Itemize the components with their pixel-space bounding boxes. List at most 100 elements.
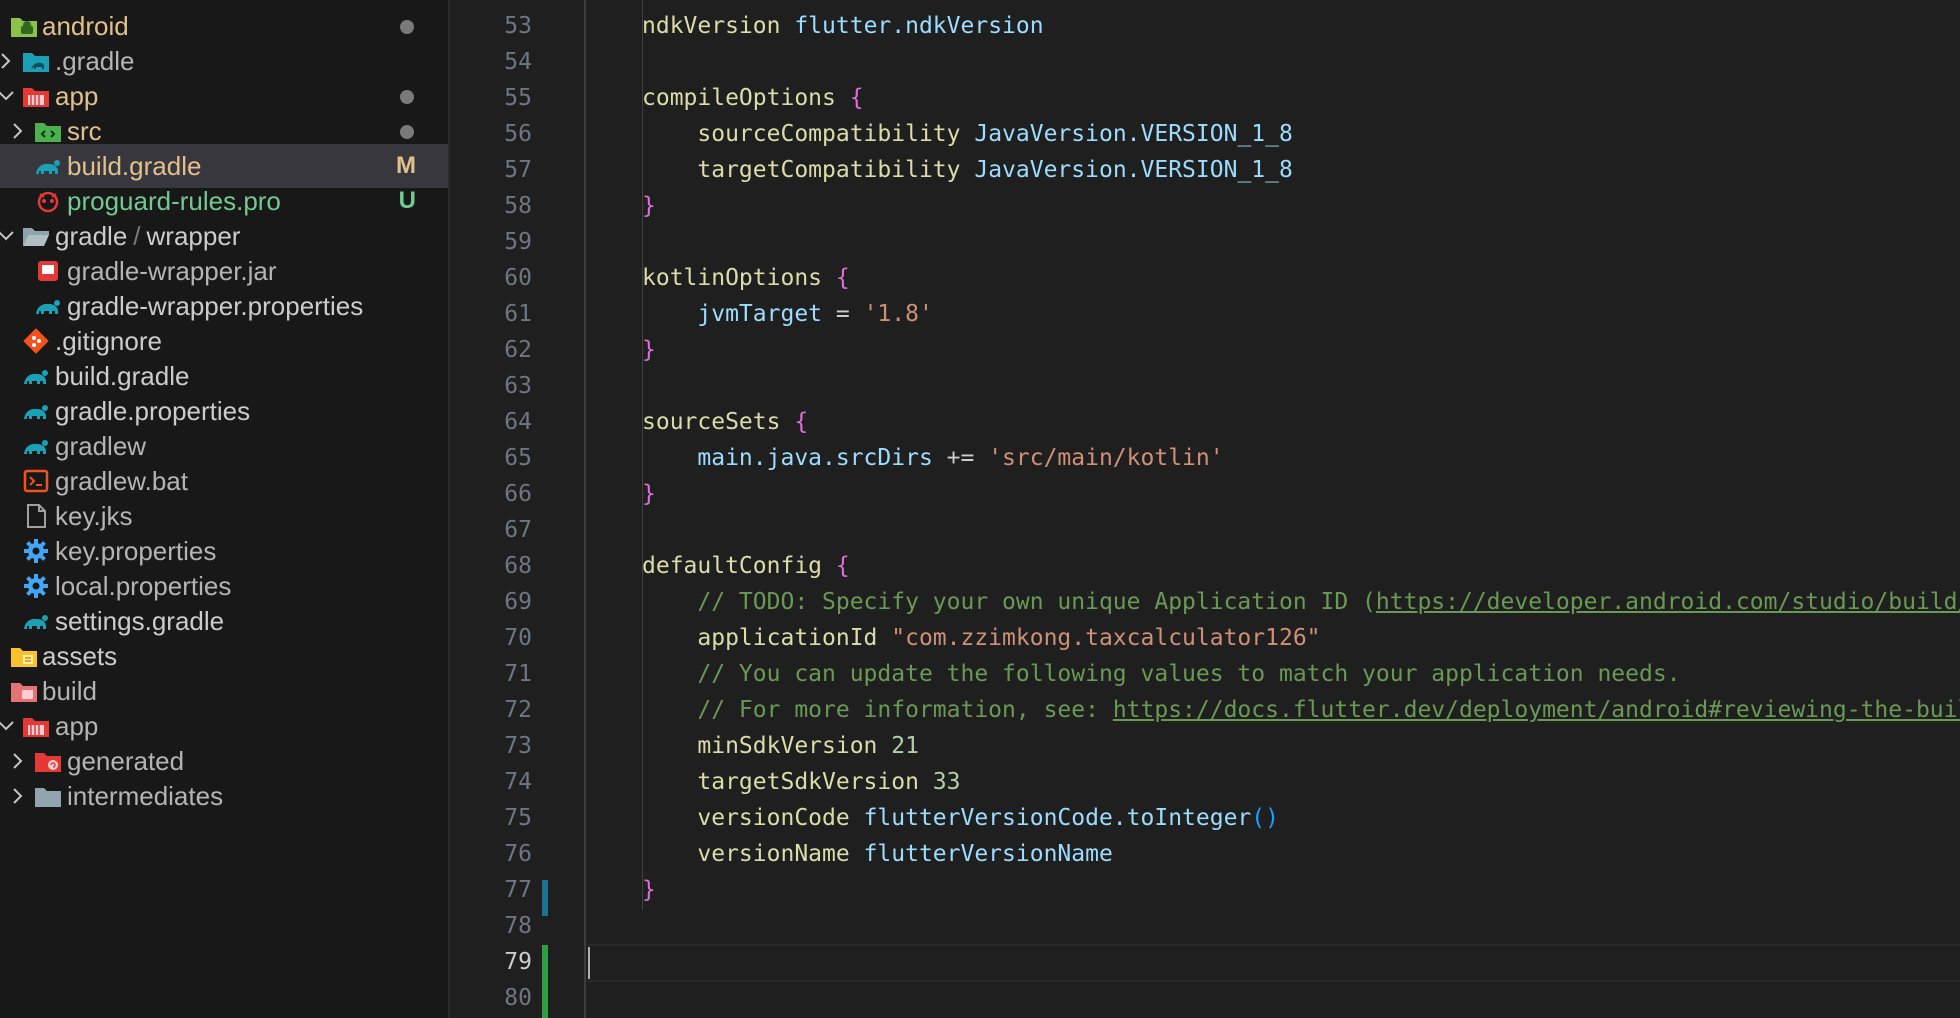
code-token: applicationId bbox=[642, 625, 892, 651]
code-line[interactable]: } bbox=[642, 332, 656, 368]
code-line[interactable]: // TODO: Specify your own unique Applica… bbox=[642, 584, 1960, 620]
line-number: 61 bbox=[504, 301, 532, 327]
code-token: { bbox=[849, 85, 864, 111]
android-folder-icon bbox=[8, 12, 40, 40]
code-token: } bbox=[642, 337, 656, 363]
gradle-elephant-icon bbox=[20, 607, 52, 635]
line-number: 54 bbox=[504, 49, 532, 75]
code-line[interactable]: defaultConfig { bbox=[642, 548, 850, 584]
chevron-right-icon[interactable] bbox=[0, 51, 16, 71]
tree-item-label: key.properties bbox=[55, 536, 217, 566]
code-token: main.java.srcDirs bbox=[642, 445, 933, 471]
modified-line-indicator[interactable] bbox=[542, 880, 548, 916]
line-number: 78 bbox=[504, 913, 532, 939]
code-line[interactable]: jvmTarget = '1.8' bbox=[642, 296, 933, 332]
chevron-right-icon[interactable] bbox=[8, 786, 28, 806]
line-number: 80 bbox=[504, 985, 532, 1011]
build-folder-icon bbox=[8, 677, 40, 705]
line-number: 57 bbox=[504, 157, 532, 183]
code-line[interactable]: targetCompatibility JavaVersion.VERSION_… bbox=[642, 152, 1292, 188]
code-line[interactable]: kotlinOptions { bbox=[642, 260, 850, 296]
tree-item-label: build.gradle bbox=[55, 361, 190, 391]
app-folder-icon bbox=[20, 82, 52, 110]
code-token: } bbox=[642, 193, 656, 219]
path-separator: / bbox=[133, 221, 141, 251]
tree-item-label: proguard-rules.pro bbox=[67, 186, 281, 216]
code-token: jvmTarget bbox=[642, 301, 823, 327]
code-line[interactable]: } bbox=[642, 476, 656, 512]
chevron-down-icon[interactable] bbox=[0, 226, 16, 246]
code-line[interactable]: } bbox=[642, 872, 656, 908]
code-token: { bbox=[794, 409, 809, 435]
gear-icon bbox=[20, 537, 52, 565]
code-token: } bbox=[642, 481, 656, 507]
tree-item-compact-path: gradle / wrapper bbox=[55, 222, 240, 250]
line-number: 58 bbox=[504, 193, 532, 219]
code-token: flutterVersionName bbox=[863, 841, 1113, 867]
tree-item-label: generated bbox=[67, 746, 185, 776]
chevron-down-icon[interactable] bbox=[0, 86, 16, 106]
proguard-icon bbox=[32, 187, 64, 215]
code-token: JavaVersion.VERSION_1_8 bbox=[974, 121, 1293, 147]
tree-item-label: gradlew.bat bbox=[55, 466, 188, 496]
line-number: 66 bbox=[504, 481, 532, 507]
line-number: 60 bbox=[504, 265, 532, 291]
code-line[interactable]: versionCode flutterVersionCode.toInteger… bbox=[642, 800, 1279, 836]
gradle-elephant-icon bbox=[32, 292, 64, 320]
code-line[interactable]: ndkVersion flutter.ndkVersion bbox=[642, 8, 1044, 44]
tree-item-label: .gradle bbox=[55, 46, 135, 76]
code-line[interactable]: versionName flutterVersionName bbox=[642, 836, 1113, 872]
code-line[interactable]: } bbox=[642, 188, 656, 224]
code-line[interactable]: main.java.srcDirs += 'src/main/kotlin' bbox=[642, 440, 1223, 476]
assets-folder-icon bbox=[8, 642, 40, 670]
code-line[interactable]: sourceCompatibility JavaVersion.VERSION_… bbox=[642, 116, 1293, 152]
code-link[interactable]: https://docs.flutter.dev/deployment/andr… bbox=[1113, 697, 1960, 723]
code-token: '1.8' bbox=[863, 301, 933, 327]
modified-dot-indicator bbox=[400, 20, 414, 34]
src-folder-icon bbox=[32, 117, 64, 145]
tree-item-label: app bbox=[55, 81, 99, 111]
code-token: targetCompatibility bbox=[642, 157, 975, 183]
code-token: sourceCompatibility bbox=[642, 121, 975, 147]
modified-dot-indicator bbox=[400, 125, 414, 139]
tree-item-intermediates-folder[interactable]: intermediates bbox=[0, 774, 448, 818]
tree-item-label: build bbox=[42, 676, 97, 706]
line-number: 75 bbox=[504, 805, 532, 831]
code-line[interactable]: // For more information, see: https://do… bbox=[642, 692, 1960, 728]
chevron-right-icon[interactable] bbox=[8, 751, 28, 771]
line-number: 63 bbox=[504, 373, 532, 399]
code-token: } bbox=[642, 877, 656, 903]
file-icon bbox=[20, 502, 52, 530]
tree-item-label: assets bbox=[42, 641, 118, 671]
code-line[interactable]: sourceSets { bbox=[642, 404, 808, 440]
tree-item-label: src bbox=[67, 116, 102, 146]
code-token: 21 bbox=[891, 733, 919, 759]
code-token: // For more information, see: bbox=[642, 697, 1113, 723]
added-lines-indicator[interactable] bbox=[542, 945, 548, 1018]
line-number: 67 bbox=[504, 517, 532, 543]
line-number: 55 bbox=[504, 85, 532, 111]
code-editor[interactable]: 53 54 55 56 57 58 59 60 61 62 63 64 65 66 67 68 69 70 71 72… bbox=[452, 0, 1960, 1018]
line-number: 59 bbox=[504, 229, 532, 255]
chevron-down-icon[interactable] bbox=[0, 716, 16, 736]
code-token: // TODO: Specify your own unique Applica… bbox=[642, 589, 1376, 615]
code-token: flutter.ndkVersion bbox=[794, 13, 1044, 39]
path-segment-wrapper[interactable]: wrapper bbox=[147, 221, 241, 251]
code-line[interactable]: applicationId "com.zzimkong.taxcalculato… bbox=[642, 620, 1320, 656]
code-token: targetSdkVersion bbox=[642, 769, 933, 795]
code-line[interactable]: targetSdkVersion 33 bbox=[642, 764, 960, 800]
code-token: versionCode bbox=[642, 805, 864, 831]
line-number: 76 bbox=[504, 841, 532, 867]
path-segment-gradle[interactable]: gradle bbox=[55, 221, 127, 251]
code-line[interactable]: compileOptions { bbox=[642, 80, 864, 116]
tree-item-label: key.jks bbox=[55, 501, 133, 531]
tree-item-label: build.gradle bbox=[67, 151, 202, 181]
terminal-icon bbox=[20, 467, 52, 495]
code-line[interactable]: minSdkVersion 21 bbox=[642, 728, 919, 764]
code-line[interactable]: // You can update the following values t… bbox=[642, 656, 1680, 692]
chevron-right-icon[interactable] bbox=[8, 121, 28, 141]
tree-item-label: gradle.properties bbox=[55, 396, 251, 426]
git-status-untracked-badge: U bbox=[398, 187, 416, 214]
code-link[interactable]: https://developer.android.com/studio/bui… bbox=[1376, 589, 1960, 615]
code-token: { bbox=[835, 265, 850, 291]
